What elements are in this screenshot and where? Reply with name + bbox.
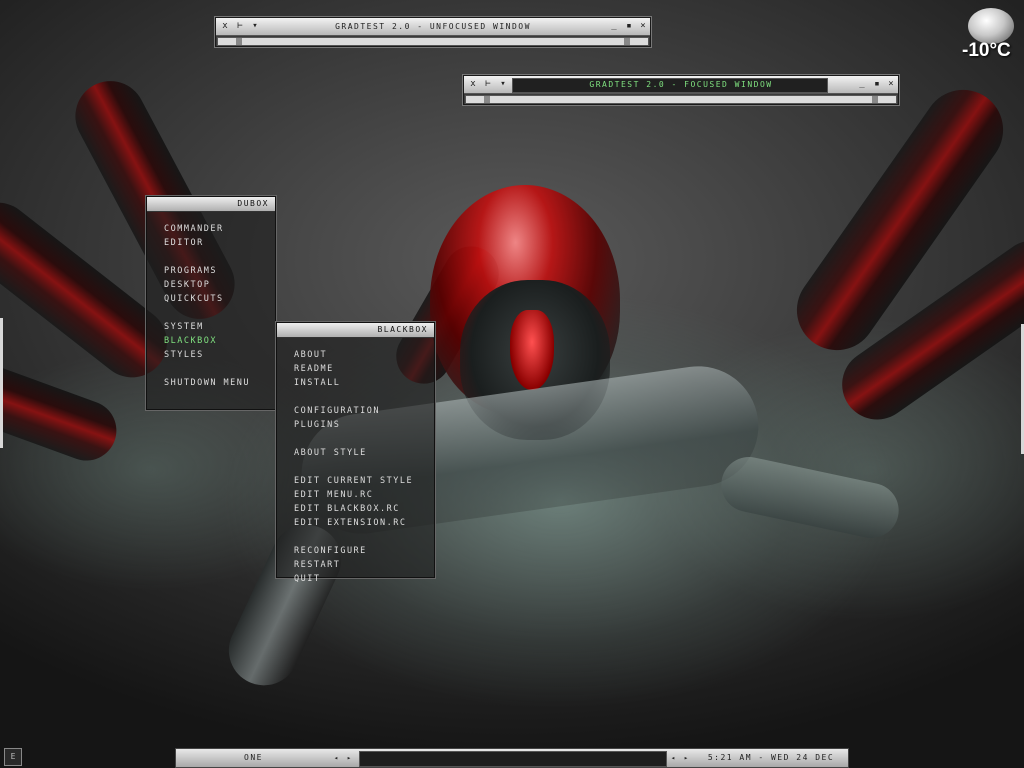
dubox-menu[interactable]: DUBOX COMMANDER EDITOR PROGRAMS DESKTOP QUIC…	[146, 196, 276, 410]
menu-item-configuration[interactable]: CONFIGURATION	[277, 404, 434, 418]
blackbox-menu[interactable]: BLACKBOX ABOUT README INSTALL CONFIGURATION…	[276, 322, 435, 584]
close-button[interactable]: ×	[637, 19, 649, 33]
menu-item-editor[interactable]: EDITOR	[147, 236, 275, 250]
left-edge-slit	[0, 318, 3, 448]
menu-item-quit[interactable]: QUIT	[277, 572, 434, 586]
wallpaper-finger	[781, 74, 1019, 366]
window-resize-handle[interactable]	[465, 95, 897, 104]
menu-separator	[147, 250, 275, 264]
taskbar-area[interactable]	[359, 751, 667, 767]
menu-separator	[147, 306, 275, 320]
resize-grip-left[interactable]	[236, 38, 242, 45]
menu-separator	[147, 362, 275, 376]
temperature-label: -10°C	[962, 40, 1011, 61]
wallpaper-head	[430, 185, 620, 415]
blackbox-menu-list: ABOUT README INSTALL CONFIGURATION PLUGINS AB…	[277, 338, 434, 592]
resize-grip-right[interactable]	[872, 96, 878, 103]
menu-item-about[interactable]: ABOUT	[277, 348, 434, 362]
menu-separator	[277, 432, 434, 446]
menu-item-install[interactable]: INSTALL	[277, 376, 434, 390]
menu-item-desktop[interactable]: DESKTOP	[147, 278, 275, 292]
unfocused-window[interactable]: x ⊢ ▾ GRADTEST 2.0 - UNFOCUSED WINDOW _ …	[215, 17, 651, 47]
menu-item-edit-menu-rc[interactable]: EDIT MENU.RC	[277, 488, 434, 502]
minimize-button[interactable]: _	[856, 77, 868, 91]
menu-item-system[interactable]: SYSTEM	[147, 320, 275, 334]
window-resize-handle[interactable]	[217, 37, 649, 46]
dubox-menu-list: COMMANDER EDITOR PROGRAMS DESKTOP QUICKCUTS S…	[147, 212, 275, 396]
wallpaper-face	[460, 280, 610, 440]
next-workspace-button[interactable]: ▸	[344, 749, 354, 767]
menu-item-quickcuts[interactable]: QUICKCUTS	[147, 292, 275, 306]
resize-grip-right[interactable]	[624, 38, 630, 45]
menu-item-styles[interactable]: STYLES	[147, 348, 275, 362]
workspace-label[interactable]: ONE	[176, 749, 331, 767]
menu-item-shutdown-menu[interactable]: SHUTDOWN MENU	[147, 376, 275, 390]
menu-item-reconfigure[interactable]: RECONFIGURE	[277, 544, 434, 558]
close-button[interactable]: ×	[885, 77, 897, 91]
menu-item-blackbox[interactable]: BLACKBOX	[147, 334, 275, 348]
prev-workspace-button[interactable]: ◂	[331, 749, 341, 767]
resize-grip-left[interactable]	[484, 96, 490, 103]
next-window-button[interactable]: ▸	[681, 749, 691, 767]
maximize-button[interactable]: ▪	[623, 19, 635, 33]
menu-item-edit-current-style[interactable]: EDIT CURRENT STYLE	[277, 474, 434, 488]
menu-separator	[277, 460, 434, 474]
window-titlebar[interactable]: x ⊢ ▾ GRADTEST 2.0 - UNFOCUSED WINDOW _ …	[216, 18, 650, 36]
menu-title[interactable]: DUBOX	[147, 197, 275, 212]
window-menu-icon[interactable]: x	[219, 19, 231, 33]
menu-item-edit-blackbox-rc[interactable]: EDIT BLACKBOX.RC	[277, 502, 434, 516]
menu-separator	[277, 530, 434, 544]
wallpaper-finger	[0, 351, 125, 469]
bottom-toolbar: ONE ◂ ▸ ◂ ▸ 5:21 AM - WED 24 DEC	[175, 748, 849, 768]
menu-item-plugins[interactable]: PLUGINS	[277, 418, 434, 432]
window-title: GRADTEST 2.0 - FOCUSED WINDOW	[589, 80, 773, 89]
window-title: GRADTEST 2.0 - UNFOCUSED WINDOW	[335, 22, 531, 31]
wallpaper-figure-leg	[716, 451, 904, 544]
menu-item-programs[interactable]: PROGRAMS	[147, 264, 275, 278]
menu-item-edit-extension-rc[interactable]: EDIT EXTENSION.RC	[277, 516, 434, 530]
window-menu-icon[interactable]: x	[467, 77, 479, 91]
menu-item-readme[interactable]: README	[277, 362, 434, 376]
wallpaper-nose	[510, 310, 554, 390]
window-titlebar[interactable]: x ⊢ ▾ GRADTEST 2.0 - FOCUSED WINDOW _ ▪ …	[464, 76, 898, 94]
focused-window[interactable]: x ⊢ ▾ GRADTEST 2.0 - FOCUSED WINDOW _ ▪ …	[463, 75, 899, 105]
menu-separator	[277, 390, 434, 404]
tray-button[interactable]: E	[4, 748, 22, 766]
menu-item-about-style[interactable]: ABOUT STYLE	[277, 446, 434, 460]
cloud-icon	[968, 8, 1014, 44]
menu-item-commander[interactable]: COMMANDER	[147, 222, 275, 236]
minimize-button[interactable]: _	[608, 19, 620, 33]
wallpaper-finger	[828, 226, 1024, 434]
maximize-button[interactable]: ▪	[871, 77, 883, 91]
menu-item-restart[interactable]: RESTART	[277, 558, 434, 572]
prev-window-button[interactable]: ◂	[668, 749, 678, 767]
clock-label: 5:21 AM - WED 24 DEC	[707, 753, 835, 762]
menu-title[interactable]: BLACKBOX	[277, 323, 434, 338]
